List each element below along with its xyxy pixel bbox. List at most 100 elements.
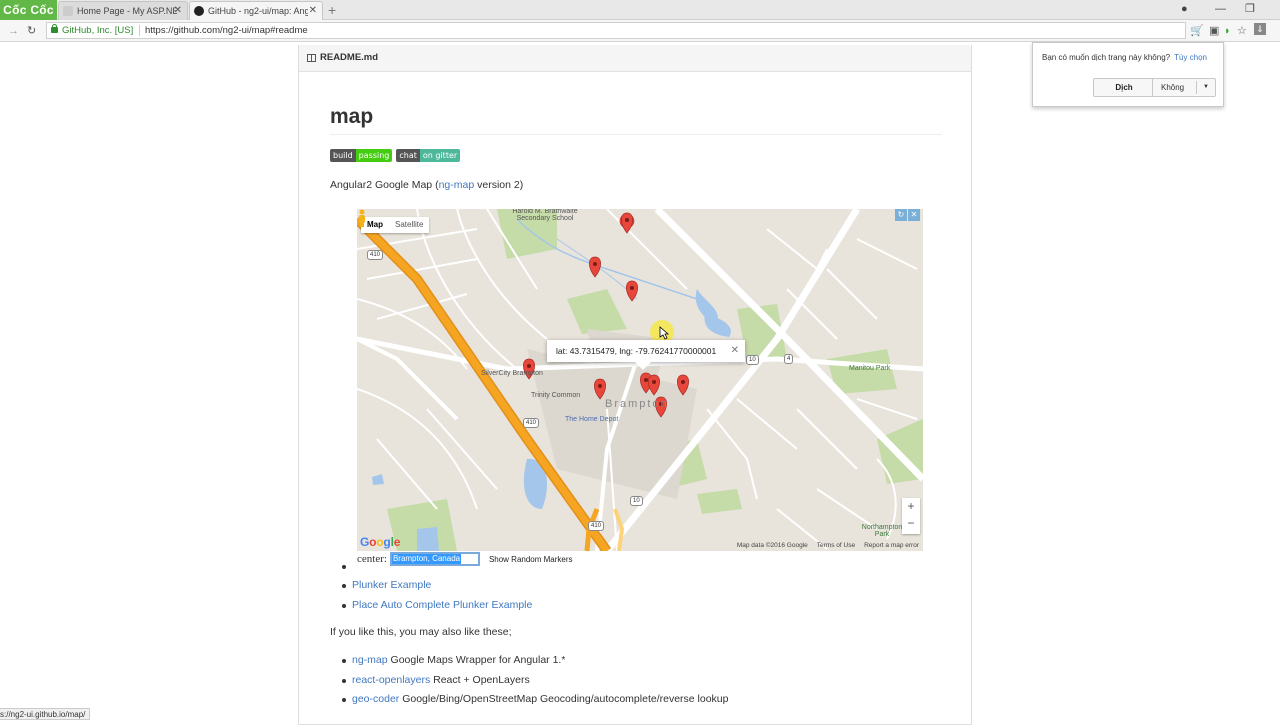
map-marker-dot — [593, 262, 597, 266]
report-error-link[interactable]: Report a map error — [864, 542, 919, 549]
address-bar: → ↻ GitHub, Inc. [US] https://github.com… — [0, 20, 1280, 42]
page-title: map — [330, 105, 374, 128]
book-icon — [307, 54, 316, 62]
cart-icon[interactable]: 🛒 — [1190, 24, 1204, 38]
intro-suffix: version 2) — [474, 179, 524, 191]
related-link[interactable]: react-openlayers — [352, 674, 430, 686]
related-desc: React + OpenLayers — [430, 673, 530, 686]
related-desc: Google/Bing/OpenStreetMap Geocoding/auto… — [399, 693, 729, 705]
list-item — [342, 557, 532, 576]
map-marker-dot — [681, 380, 685, 384]
google-map[interactable]: Map Satellite ↻ ✕ Harold M. Brathwaite S… — [357, 209, 923, 551]
map-data-credit: Map data ©2016 Google — [736, 542, 808, 549]
map-marker-dot — [625, 218, 629, 222]
badge-label: chat — [396, 149, 420, 162]
readme-header: README.md — [299, 45, 971, 72]
refresh-icon[interactable]: ↻ — [895, 209, 907, 221]
tab-home-page[interactable]: Home Page - My ASP.NET ✕ — [58, 1, 188, 20]
intro-prefix: Angular2 Google Map ( — [330, 179, 439, 191]
info-window: lat: 43.7315479, lng: -79.76241770000001… — [547, 340, 745, 370]
plunker-example-link[interactable]: Plunker Example — [352, 579, 431, 591]
url-text[interactable]: https://github.com/ng2-ui/map#readme — [145, 23, 308, 38]
highway-shield: 410 — [588, 521, 605, 531]
ng-map-link[interactable]: ng-map — [439, 179, 475, 191]
list-item: geo-coder Google/Bing/OpenStreetMap Geoc… — [342, 690, 728, 710]
url-input[interactable]: GitHub, Inc. [US] https://github.com/ng2… — [46, 22, 1186, 39]
related-link[interactable]: ng-map — [352, 654, 388, 666]
map-attribution: Map data ©2016 Google Terms of Use Repor… — [737, 542, 919, 549]
profile-icon[interactable]: ● — [1181, 1, 1188, 17]
close-icon[interactable]: ✕ — [731, 340, 739, 362]
map-marker[interactable] — [621, 212, 633, 234]
new-tab-button[interactable]: + — [328, 1, 336, 19]
forward-icon[interactable]: → — [8, 23, 19, 39]
tab-title: GitHub - ng2-ui/map: Angular — [208, 6, 308, 16]
readme-filename: README.md — [320, 52, 379, 63]
related-desc: Google Maps Wrapper for Angular 1.* — [387, 654, 566, 666]
savior-icon[interactable]: ◗ — [1224, 24, 1231, 38]
site-identity[interactable]: GitHub, Inc. [US] — [62, 23, 133, 38]
map-marker[interactable] — [589, 256, 601, 278]
map-marker-dot — [527, 364, 531, 368]
map-label-homedepot: The Home Depot — [565, 416, 619, 423]
translate-button[interactable]: Dịch — [1093, 78, 1155, 97]
map-label-northampton: Northampton Park — [861, 524, 903, 538]
reload-icon[interactable]: ↻ — [27, 23, 36, 39]
map-marker-dot — [598, 384, 602, 388]
decline-label: Không — [1161, 83, 1185, 92]
badge-value: passing — [355, 149, 393, 162]
translate-question-text: Bạn có muốn dịch trang này không? — [1042, 53, 1171, 62]
chevron-down-icon[interactable]: ▼ — [1203, 79, 1209, 96]
zoom-in-button[interactable]: + — [902, 498, 920, 515]
zoom-control: + − — [902, 498, 920, 534]
close-icon[interactable]: ✕ — [908, 209, 920, 221]
zoom-out-button[interactable]: − — [902, 515, 920, 532]
related-link[interactable]: geo-coder — [352, 693, 399, 705]
close-icon[interactable]: ✕ — [309, 2, 317, 20]
list-item: Place Auto Complete Plunker Example — [342, 596, 532, 616]
star-icon[interactable]: ☆ — [1237, 24, 1247, 38]
badge-value: on gitter — [419, 149, 461, 162]
autocomplete-plunker-link[interactable]: Place Auto Complete Plunker Example — [352, 599, 532, 611]
translate-popup: Bạn có muốn dịch trang này không? Tùy chọ… — [1032, 42, 1224, 107]
related-list: ng-map Google Maps Wrapper for Angular 1… — [342, 651, 728, 710]
map-label-manitou: Manitou Park — [849, 365, 891, 372]
close-icon[interactable]: ✕ — [174, 2, 182, 20]
highway-shield: 4 — [784, 354, 794, 364]
info-window-text: lat: 43.7315479, lng: -79.76241770000001 — [556, 346, 717, 356]
readme-container: README.md map build passing chat on gitt… — [298, 45, 972, 725]
map-marker-dot — [644, 378, 648, 382]
browser-logo: Cốc Cốc — [0, 0, 57, 20]
map-label-school: Harold M. Brathwaite Secondary School — [512, 209, 578, 222]
map-marker-dot — [630, 286, 634, 290]
translate-options-link[interactable]: Tùy chọn — [1174, 53, 1207, 62]
map-label-silvercity: SilverCity Brampton — [481, 370, 543, 377]
google-logo[interactable]: Google — [360, 535, 400, 549]
build-badge[interactable]: build passing — [330, 149, 393, 162]
map-type-control: Map Satellite — [361, 217, 430, 233]
translate-icon[interactable]: ▣ — [1209, 24, 1219, 38]
download-icon[interactable]: ⇓ — [1254, 23, 1266, 35]
status-bar: s://ng2-ui.github.io/map/ — [0, 708, 91, 720]
terms-link[interactable]: Terms of Use — [817, 542, 855, 549]
github-icon — [194, 6, 204, 16]
map-corner-controls: ↻ ✕ — [895, 209, 921, 222]
minimize-button[interactable]: — — [1215, 1, 1226, 17]
tab-github[interactable]: GitHub - ng2-ui/map: Angular ✕ — [189, 1, 323, 20]
map-type-satellite[interactable]: Satellite — [389, 217, 429, 233]
highway-shield: 10 — [630, 496, 643, 506]
tab-bar: Cốc Cốc Home Page - My ASP.NET ✕ GitHub … — [0, 0, 1280, 20]
badges: build passing chat on gitter — [330, 149, 461, 162]
examples-list: Plunker Example Place Auto Complete Plun… — [342, 557, 532, 615]
page-icon — [63, 6, 73, 16]
highway-shield: 410 — [523, 418, 540, 428]
chat-badge[interactable]: chat on gitter — [396, 149, 461, 162]
intro-text: Angular2 Google Map (ng-map version 2) — [330, 179, 523, 191]
divider — [139, 25, 140, 36]
restore-button[interactable]: ❐ — [1245, 1, 1255, 17]
decline-translate-button[interactable]: Không ▼ — [1152, 78, 1216, 97]
lock-icon — [51, 24, 58, 33]
pegman-icon[interactable] — [357, 209, 367, 227]
tab-title: Home Page - My ASP.NET — [77, 6, 177, 16]
translate-question: Bạn có muốn dịch trang này không? Tùy chọ… — [1042, 53, 1207, 62]
